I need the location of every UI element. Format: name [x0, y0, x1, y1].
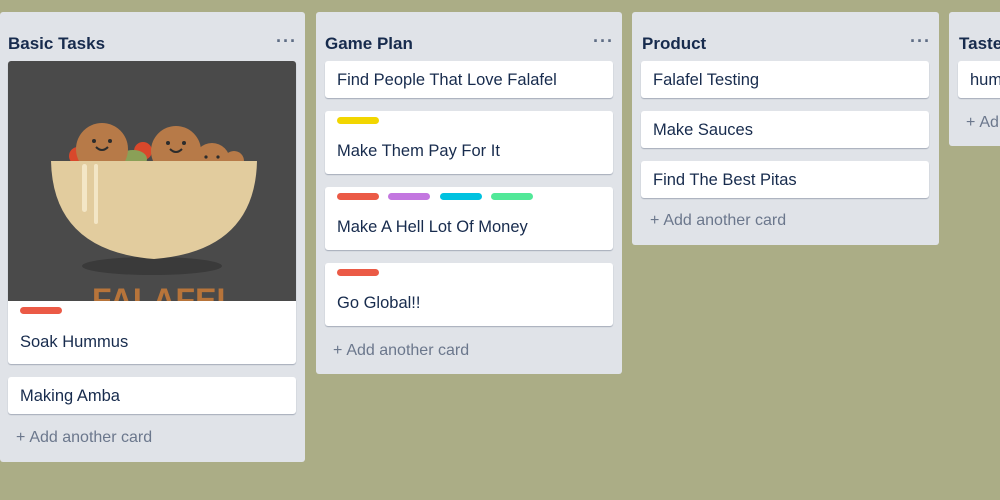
plus-icon: + — [650, 212, 660, 229]
plus-icon: + — [16, 429, 26, 446]
falafel-bowl-icon: FALAFEL — [51, 123, 257, 318]
card-label-lime — [491, 193, 533, 200]
plus-icon: + — [966, 114, 976, 131]
card-title: Find The Best Pitas — [653, 171, 797, 189]
add-card-label: Add another card — [663, 212, 787, 229]
card-title: Making Amba — [20, 387, 120, 405]
card-making-amba[interactable]: Making Amba — [8, 377, 296, 414]
list-product: Product ··· Falafel Testing Make Sauces … — [632, 12, 939, 245]
add-card-button[interactable]: + Add another card — [333, 342, 469, 360]
card-soak-hummus[interactable]: FALAFEL Soak Hummus — [8, 61, 296, 364]
card-title: hum — [970, 71, 1000, 89]
list-menu-icon[interactable]: ··· — [276, 32, 297, 50]
card-label-red — [20, 307, 62, 314]
card-title: Go Global!! — [337, 294, 421, 312]
card-title: Make A Hell Lot Of Money — [337, 218, 528, 236]
card-title: Falafel Testing — [653, 71, 760, 89]
card-label-red — [337, 269, 379, 276]
add-card-label: Add another card — [346, 342, 470, 359]
card-best-pitas[interactable]: Find The Best Pitas — [641, 161, 929, 198]
card-label-yellow — [337, 117, 379, 124]
card-title: Make Sauces — [653, 121, 753, 139]
card-cover-image: FALAFEL — [8, 61, 296, 318]
add-card-label: Ad — [979, 114, 999, 131]
add-card-button[interactable]: + Ad — [966, 114, 999, 132]
plus-icon: + — [333, 342, 343, 359]
list-basic-tasks: Basic Tasks ··· FALAFEL Soak Hummus Maki… — [0, 12, 305, 462]
card-label-purple — [388, 193, 430, 200]
list-game-plan: Game Plan ··· Find People That Love Fala… — [316, 12, 622, 374]
card-make-them-pay[interactable]: Make Them Pay For It — [325, 111, 613, 174]
cover-text: FALAFEL — [92, 282, 236, 301]
card-title: Soak Hummus — [20, 333, 129, 351]
add-card-button[interactable]: + Add another card — [650, 212, 786, 230]
card-go-global[interactable]: Go Global!! — [325, 263, 613, 326]
list-menu-icon[interactable]: ··· — [593, 32, 614, 50]
card-find-people[interactable]: Find People That Love Falafel — [325, 61, 613, 98]
add-card-label: Add another card — [29, 429, 153, 446]
card-hummus[interactable]: hum — [958, 61, 1000, 98]
card-falafel-testing[interactable]: Falafel Testing — [641, 61, 929, 98]
list-title[interactable]: Game Plan — [325, 34, 413, 54]
card-title: Find People That Love Falafel — [337, 71, 557, 89]
card-title: Make Them Pay For It — [337, 142, 500, 160]
add-card-button[interactable]: + Add another card — [16, 429, 152, 447]
list-title[interactable]: Product — [642, 34, 706, 54]
list-taste: Taste hum + Ad — [949, 12, 1000, 146]
card-label-red — [337, 193, 379, 200]
list-title[interactable]: Basic Tasks — [8, 34, 105, 54]
list-title[interactable]: Taste — [959, 34, 1000, 54]
card-make-sauces[interactable]: Make Sauces — [641, 111, 929, 148]
list-menu-icon[interactable]: ··· — [910, 32, 931, 50]
card-make-money[interactable]: Make A Hell Lot Of Money — [325, 187, 613, 250]
card-label-sky — [440, 193, 482, 200]
